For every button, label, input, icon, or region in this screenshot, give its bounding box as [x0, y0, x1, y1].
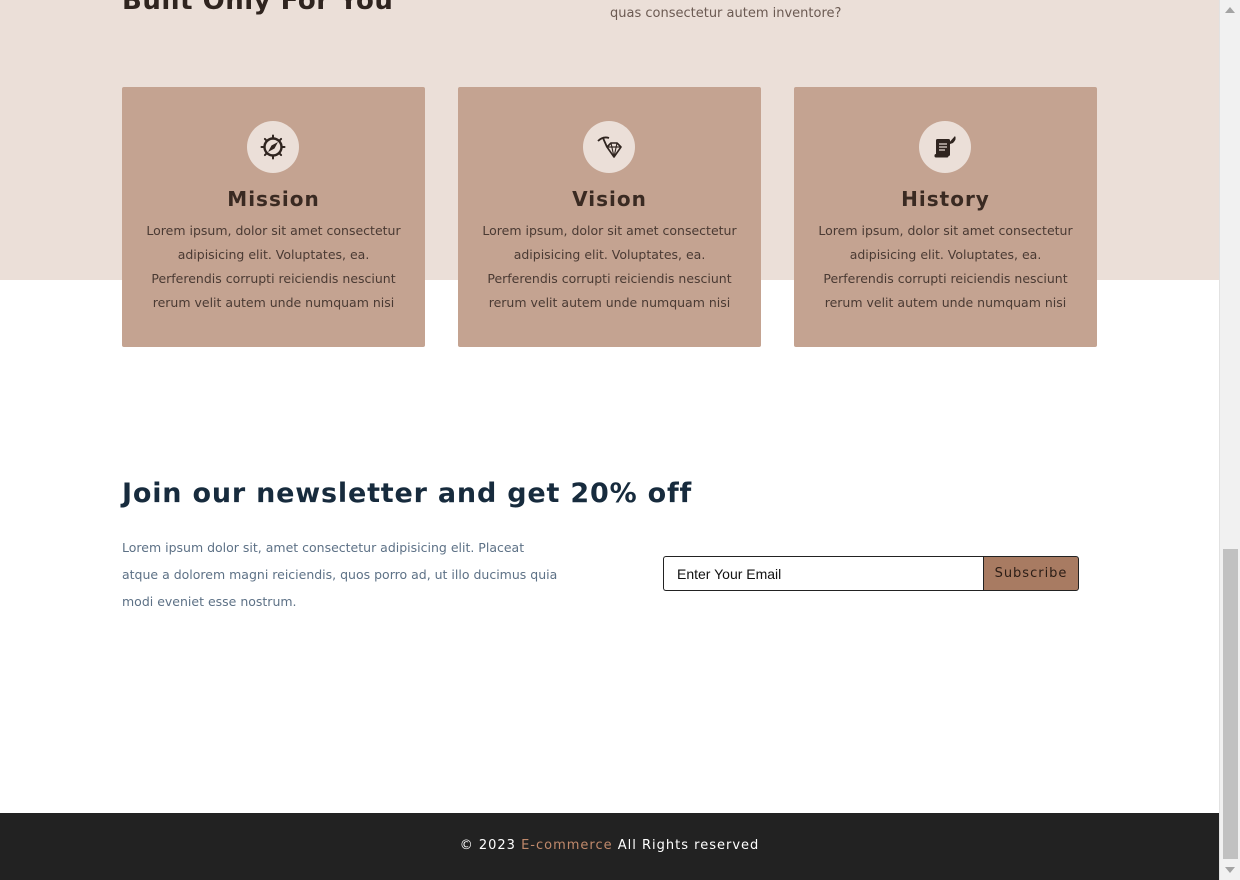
- vision-card: Vision Lorem ipsum, dolor sit amet conse…: [458, 87, 761, 347]
- copyright-text: © 2023: [459, 838, 516, 853]
- compass-icon: [247, 121, 299, 173]
- vertical-scrollbar[interactable]: [1219, 0, 1240, 880]
- card-text: Lorem ipsum, dolor sit amet consectetur …: [818, 223, 1073, 310]
- card-text: Lorem ipsum, dolor sit amet consectetur …: [146, 223, 401, 310]
- card-title: Vision: [572, 187, 647, 211]
- rights-text: All Rights reserved: [617, 838, 760, 853]
- mission-card: Mission Lorem ipsum, dolor sit amet cons…: [122, 87, 425, 347]
- newsletter-form: Subscribe: [663, 556, 1079, 591]
- scrollbar-thumb[interactable]: [1223, 549, 1238, 859]
- scroll-down-arrow-icon[interactable]: [1225, 867, 1235, 873]
- scroll-quill-icon: [919, 121, 971, 173]
- history-card: History Lorem ipsum, dolor sit amet cons…: [794, 87, 1097, 347]
- newsletter-text: Lorem ipsum dolor sit, amet consectetur …: [122, 540, 558, 609]
- email-input[interactable]: [663, 556, 983, 591]
- card-title: History: [901, 187, 990, 211]
- card-title: Mission: [227, 187, 320, 211]
- newsletter-title: Join our newsletter and get 20% off: [122, 478, 693, 509]
- scroll-up-arrow-icon[interactable]: [1225, 7, 1235, 13]
- footer: © 2023 E-commerce All Rights reserved: [0, 813, 1219, 880]
- brand-link[interactable]: E-commerce: [521, 838, 613, 853]
- page-viewport: Built Only For You quas consectetur aute…: [0, 0, 1219, 880]
- subscribe-button[interactable]: Subscribe: [983, 556, 1079, 591]
- diamond-pickaxe-icon: [583, 121, 635, 173]
- about-description: quas consectetur autem inventore?: [610, 6, 842, 21]
- about-title: Built Only For You: [122, 0, 394, 16]
- card-text: Lorem ipsum, dolor sit amet consectetur …: [482, 223, 737, 310]
